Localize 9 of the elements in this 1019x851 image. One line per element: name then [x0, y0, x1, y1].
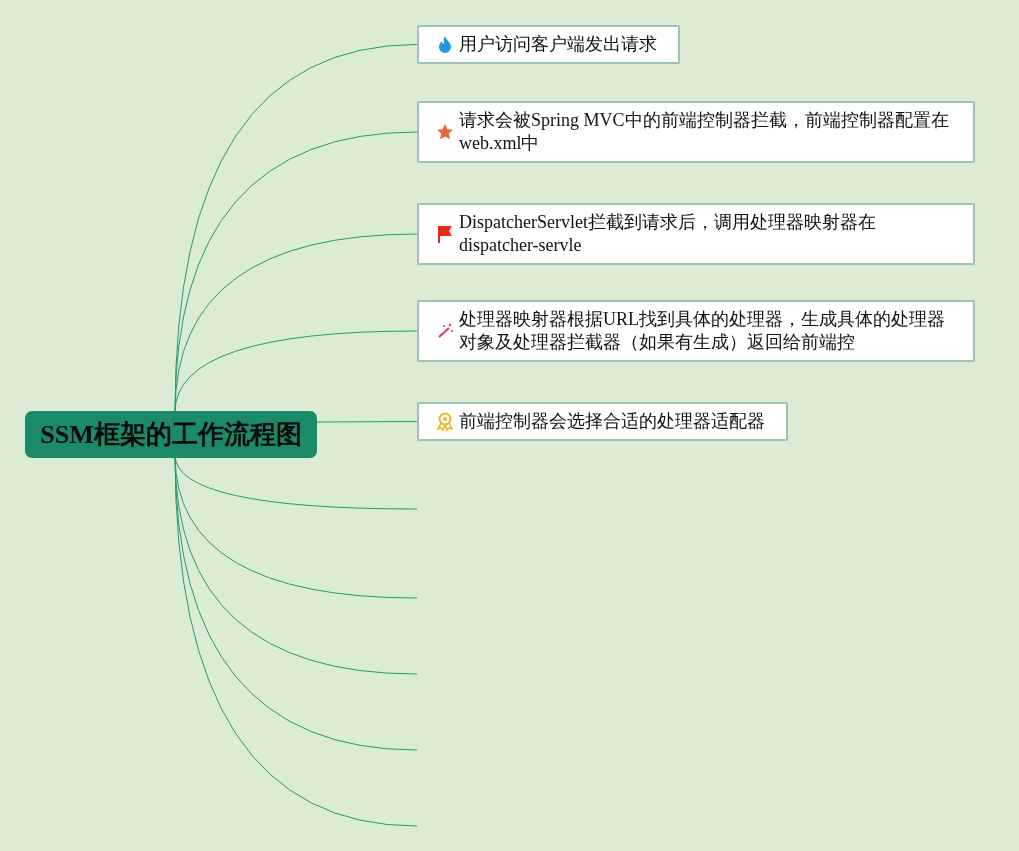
- flag-icon: [435, 224, 455, 244]
- star-icon: [435, 122, 455, 142]
- root-topic: SSM框架的工作流程图: [25, 411, 317, 458]
- topic-text: 用户访问客户端发出请求: [459, 33, 657, 56]
- topic-text: 请求会被Spring MVC中的前端控制器拦截，前端控制器配置在web.xml中: [459, 109, 950, 155]
- topic-text: 处理器映射器根据URL找到具体的处理器，生成具体的处理器对象及处理器拦截器（如果有生成）返回给前端控: [459, 308, 946, 354]
- topic-text: DispatcherServlet拦截到请求后，调用处理器映射器在dispatcher-servle: [459, 211, 877, 257]
- award-badge-icon: [435, 411, 455, 432]
- topic-text: 前端控制器会选择合适的处理器适配器: [459, 410, 765, 433]
